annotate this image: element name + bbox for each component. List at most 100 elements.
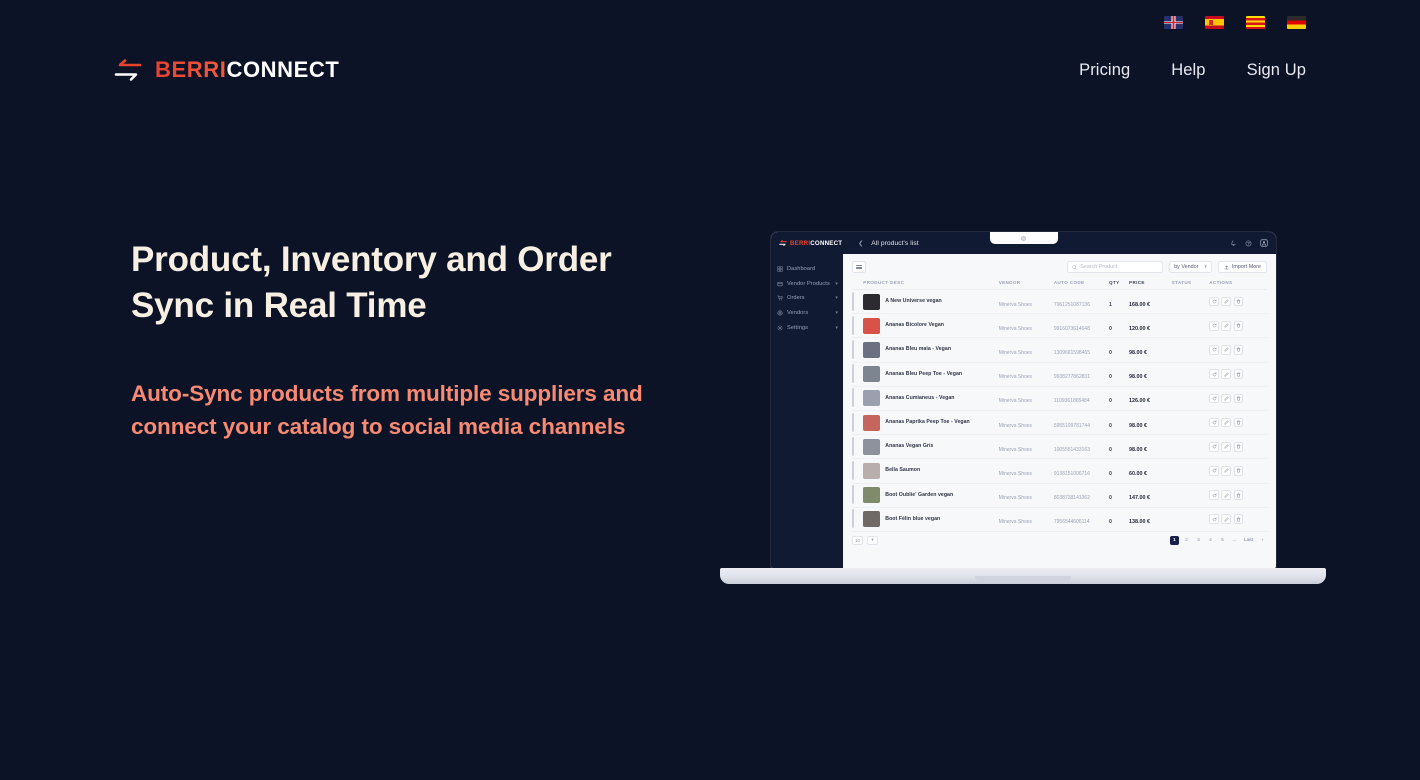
product-price: 60.00 € bbox=[1129, 470, 1148, 477]
table-row[interactable]: Ananas Vegan Gris Minerva Shoes 1005551433… bbox=[852, 434, 1267, 460]
sync-action-button[interactable] bbox=[1209, 441, 1219, 452]
pagination-page[interactable]: 3 bbox=[1194, 536, 1203, 545]
nav-link-pricing[interactable]: Pricing bbox=[1079, 61, 1130, 80]
product-qty: 0 bbox=[1109, 422, 1112, 429]
edit-action-button[interactable] bbox=[1221, 296, 1232, 307]
row-checkbox[interactable] bbox=[852, 339, 854, 359]
column-auto-code: AUTO CODE bbox=[1053, 280, 1109, 290]
app-brand-logo[interactable]: BERRICONNECT bbox=[779, 240, 842, 247]
nav-link-signup[interactable]: Sign Up bbox=[1247, 61, 1306, 80]
edit-action-button[interactable] bbox=[1221, 466, 1232, 476]
sync-action-button[interactable] bbox=[1209, 490, 1219, 500]
edit-action-button[interactable] bbox=[1221, 369, 1232, 379]
delete-action-button[interactable] bbox=[1233, 393, 1244, 404]
flag-uk-icon[interactable] bbox=[1164, 15, 1183, 29]
row-checkbox[interactable] bbox=[852, 436, 854, 456]
pagination-page[interactable]: Last bbox=[1242, 536, 1255, 545]
sync-arrows-icon bbox=[114, 59, 142, 81]
edit-action-button[interactable] bbox=[1221, 320, 1232, 331]
edit-pencil-icon bbox=[1224, 299, 1229, 304]
list-view-icon[interactable] bbox=[852, 261, 866, 273]
table-row[interactable]: Boot Félin blue vegan Minerva Shoes 795654… bbox=[852, 507, 1267, 532]
row-checkbox[interactable] bbox=[852, 460, 854, 480]
table-row[interactable]: Bella Saumon Minerva Shoes 9138151006716 0 6… bbox=[852, 458, 1267, 484]
sync-action-button[interactable] bbox=[1209, 296, 1219, 307]
row-checkbox[interactable] bbox=[852, 315, 854, 335]
sidebar-item-vendors[interactable]: Vendors ▾ bbox=[771, 306, 843, 321]
delete-action-button[interactable] bbox=[1233, 441, 1244, 452]
table-row[interactable]: Ananas Cumianeus - Vegan Minerva Shoes 110… bbox=[852, 386, 1267, 411]
sync-action-button[interactable] bbox=[1209, 320, 1219, 331]
app-body: Dashboard Vendor Products ▾ Orders ▾ Ven… bbox=[771, 254, 1276, 568]
chevron-down-icon: ▾ bbox=[835, 310, 838, 317]
delete-action-button[interactable] bbox=[1233, 490, 1244, 500]
table-row[interactable]: Boot Oublie' Garden vegan Minerva Shoes 80… bbox=[852, 483, 1267, 508]
row-checkbox[interactable] bbox=[852, 291, 854, 311]
table-row[interactable]: Ananas Bicolore Vegan Minerva Shoes 991607… bbox=[852, 313, 1267, 339]
product-price: 98.00 € bbox=[1129, 349, 1148, 356]
sync-action-button[interactable] bbox=[1209, 417, 1219, 428]
sync-action-button[interactable] bbox=[1209, 514, 1219, 525]
sync-action-button[interactable] bbox=[1209, 345, 1219, 355]
product-name: A New Universe vegan bbox=[885, 298, 942, 305]
delete-action-button[interactable] bbox=[1233, 369, 1244, 379]
sidebar-item-orders[interactable]: Orders ▾ bbox=[771, 291, 843, 306]
delete-action-button[interactable] bbox=[1233, 296, 1244, 307]
table-row[interactable]: Ananas Bleu maia - Vegan Minerva Shoes 130… bbox=[852, 337, 1267, 363]
delete-action-button[interactable] bbox=[1233, 320, 1244, 331]
edit-action-button[interactable] bbox=[1221, 441, 1232, 452]
column-actions: ACTIONS bbox=[1209, 280, 1267, 290]
row-checkbox[interactable] bbox=[852, 364, 854, 384]
bell-icon[interactable] bbox=[1230, 240, 1237, 247]
chevron-left-icon[interactable]: ❮ bbox=[858, 240, 863, 247]
table-row[interactable]: Ananas Paprika Peep Toe - Vegan Minerva S… bbox=[852, 410, 1267, 436]
pagination-page[interactable]: 4 bbox=[1206, 536, 1215, 545]
sidebar-item-dashboard[interactable]: Dashboard bbox=[771, 262, 843, 277]
flag-spain-icon[interactable] bbox=[1205, 15, 1224, 29]
flag-germany-icon[interactable] bbox=[1287, 15, 1306, 29]
column-status: STATUS bbox=[1171, 280, 1210, 290]
rows-per-page[interactable]: 10 ▾ bbox=[852, 535, 878, 545]
row-checkbox[interactable] bbox=[852, 412, 854, 432]
product-price: 126.00 € bbox=[1129, 398, 1151, 405]
delete-action-button[interactable] bbox=[1233, 466, 1244, 476]
brand-logo[interactable]: BERRICONNECT bbox=[114, 57, 339, 83]
sync-icon bbox=[1212, 371, 1216, 376]
sync-action-button[interactable] bbox=[1209, 393, 1219, 404]
edit-action-button[interactable] bbox=[1221, 514, 1232, 525]
chevron-down-icon[interactable]: ▾ bbox=[867, 535, 878, 545]
row-checkbox[interactable] bbox=[852, 388, 854, 408]
row-checkbox[interactable] bbox=[852, 485, 854, 505]
sync-action-button[interactable] bbox=[1209, 369, 1219, 379]
edit-action-button[interactable] bbox=[1221, 393, 1232, 404]
product-qty: 0 bbox=[1109, 349, 1112, 356]
sidebar-item-vendor-products[interactable]: Vendor Products ▾ bbox=[771, 277, 843, 292]
edit-action-button[interactable] bbox=[1221, 490, 1232, 500]
nav-link-help[interactable]: Help bbox=[1171, 61, 1205, 80]
table-row[interactable]: A New Universe vegan Minerva Shoes 7961251… bbox=[852, 289, 1267, 315]
edit-action-button[interactable] bbox=[1221, 345, 1232, 355]
row-checkbox[interactable] bbox=[852, 509, 854, 529]
import-more-button[interactable]: Import More bbox=[1217, 261, 1267, 273]
pagination-page[interactable]: ... bbox=[1230, 536, 1239, 545]
delete-action-button[interactable] bbox=[1233, 514, 1244, 525]
product-vendor: Minerva Shoes bbox=[998, 325, 1033, 332]
search-input[interactable]: Search Product bbox=[1067, 261, 1164, 273]
delete-action-button[interactable] bbox=[1233, 417, 1244, 428]
table-row[interactable]: Ananas Bleu Peep Toe - Vegan Minerva Shoe… bbox=[852, 362, 1267, 387]
brand-name-secondary: CONNECT bbox=[226, 57, 340, 82]
sync-action-button[interactable] bbox=[1209, 466, 1219, 476]
vendor-filter-dropdown[interactable]: by Vendor ▾ bbox=[1169, 261, 1212, 273]
delete-action-button[interactable] bbox=[1233, 345, 1244, 355]
pagination-page[interactable]: 2 bbox=[1182, 536, 1191, 545]
select-all-header[interactable] bbox=[852, 280, 864, 290]
products-table: PRODUCT DESC VENDOR AUTO CODE QTY PRICE … bbox=[852, 280, 1267, 532]
help-circle-icon[interactable] bbox=[1245, 240, 1252, 247]
pagination-page[interactable]: 1 bbox=[1169, 535, 1179, 545]
user-account-icon[interactable] bbox=[1260, 239, 1268, 247]
pagination-page[interactable]: › bbox=[1258, 536, 1267, 545]
flag-catalonia-icon[interactable] bbox=[1246, 15, 1265, 29]
sidebar-item-settings[interactable]: Settings ▾ bbox=[771, 320, 843, 335]
edit-action-button[interactable] bbox=[1221, 417, 1232, 428]
pagination-page[interactable]: 5 bbox=[1218, 536, 1227, 545]
